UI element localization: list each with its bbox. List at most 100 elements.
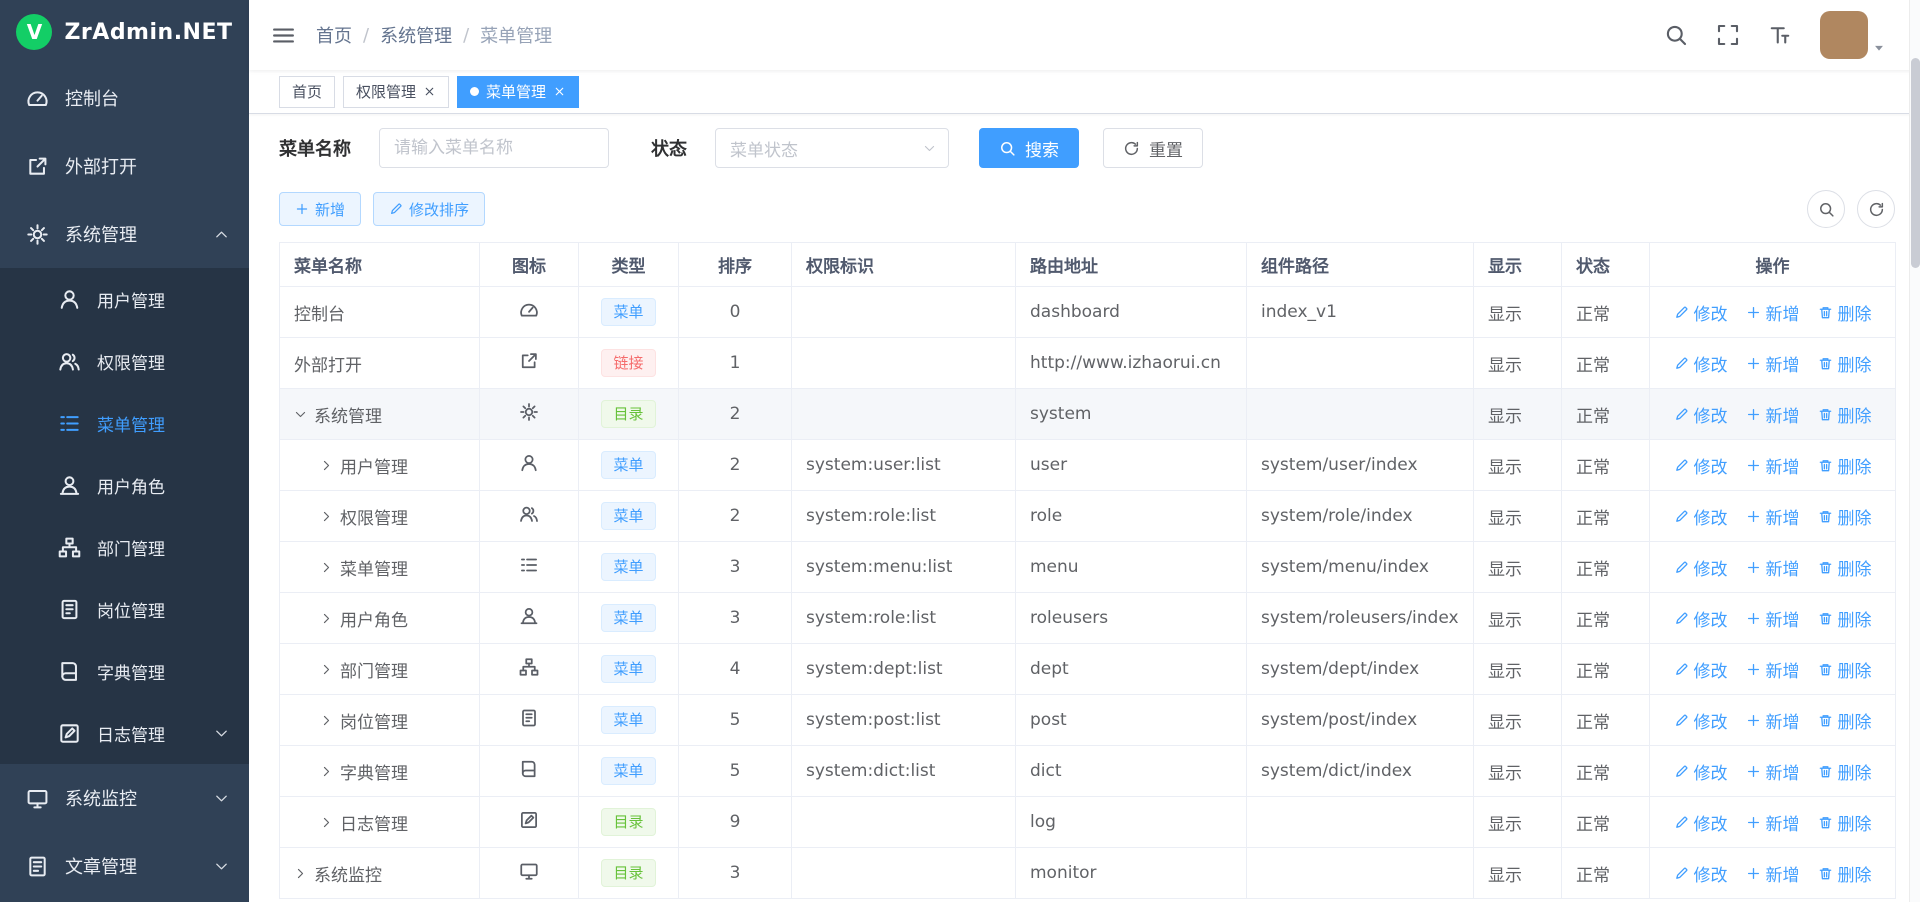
cell-route: user (1016, 440, 1247, 491)
edit-icon (1674, 866, 1689, 881)
sidebar-item-monitor[interactable]: 系统监控 (0, 764, 249, 832)
sidebar-item-dashboard[interactable]: 控制台 (0, 64, 249, 132)
cell-type: 菜单 (579, 644, 679, 695)
tab-首页[interactable]: 首页 (279, 76, 335, 108)
reset-button[interactable]: 重置 (1103, 128, 1203, 168)
row-delete-link[interactable]: 删除 (1818, 504, 1872, 529)
cell-icon (480, 848, 579, 899)
cell-component (1247, 848, 1474, 899)
row-edit-link[interactable]: 修改 (1674, 657, 1728, 682)
expand-right-icon (294, 867, 307, 880)
table-search-button[interactable] (1807, 190, 1845, 228)
row-edit-link[interactable]: 修改 (1674, 810, 1728, 835)
menu-name-input[interactable] (379, 128, 609, 168)
fullscreen-icon[interactable] (1716, 23, 1740, 47)
sidebar-item-tree[interactable]: 部门管理 (0, 516, 249, 578)
cell-permission: system:role:list (792, 593, 1016, 644)
sidebar-item-log[interactable]: 日志管理 (0, 702, 249, 764)
sidebar-item-user[interactable]: 用户管理 (0, 268, 249, 330)
font-size-icon[interactable] (1768, 23, 1792, 47)
row-add-link[interactable]: 新增 (1746, 300, 1800, 325)
row-delete-link[interactable]: 删除 (1818, 351, 1872, 376)
table-row[interactable]: 用户管理菜单2system:user:listusersystem/user/i… (280, 440, 1896, 491)
row-delete-link[interactable]: 删除 (1818, 606, 1872, 631)
search-button[interactable]: 搜索 (979, 128, 1079, 168)
plus-icon (1746, 458, 1761, 473)
cell-type: 菜单 (579, 593, 679, 644)
row-add-link[interactable]: 新增 (1746, 504, 1800, 529)
sidebar-toggle-icon[interactable] (271, 23, 296, 48)
row-edit-label: 修改 (1694, 657, 1728, 682)
table-row[interactable]: 控制台菜单0dashboardindex_v1显示正常修改新增删除 (280, 287, 1896, 338)
tab-菜单管理[interactable]: 菜单管理 (457, 76, 579, 108)
row-delete-link[interactable]: 删除 (1818, 657, 1872, 682)
row-add-link[interactable]: 新增 (1746, 861, 1800, 886)
row-delete-link[interactable]: 删除 (1818, 300, 1872, 325)
sidebar-item-userrole[interactable]: 用户角色 (0, 454, 249, 516)
breadcrumb-item[interactable]: 首页 (316, 22, 352, 48)
header-search-icon[interactable] (1664, 23, 1688, 47)
table-row[interactable]: 字典管理菜单5system:dict:listdictsystem/dict/i… (280, 746, 1896, 797)
row-add-link[interactable]: 新增 (1746, 555, 1800, 580)
row-add-link[interactable]: 新增 (1746, 810, 1800, 835)
row-edit-link[interactable]: 修改 (1674, 402, 1728, 427)
sidebar-item-badge[interactable]: 岗位管理 (0, 578, 249, 640)
row-delete-link[interactable]: 删除 (1818, 402, 1872, 427)
tab-权限管理[interactable]: 权限管理 (343, 76, 449, 108)
table-row[interactable]: 系统管理目录2system显示正常修改新增删除 (280, 389, 1896, 440)
row-delete-link[interactable]: 删除 (1818, 759, 1872, 784)
row-delete-link[interactable]: 删除 (1818, 810, 1872, 835)
row-edit-link[interactable]: 修改 (1674, 861, 1728, 886)
edit-icon (1674, 611, 1689, 626)
breadcrumb-item[interactable]: 系统管理 (380, 22, 452, 48)
expand-right-icon (320, 816, 333, 829)
cell-order: 2 (679, 440, 792, 491)
row-edit-link[interactable]: 修改 (1674, 708, 1728, 733)
sort-button[interactable]: 修改排序 (373, 192, 485, 226)
table-row[interactable]: 用户角色菜单3system:role:listroleuserssystem/r… (280, 593, 1896, 644)
sidebar-item-label: 日志管理 (97, 721, 165, 746)
page-scrollbar[interactable] (1909, 0, 1920, 902)
row-delete-link[interactable]: 删除 (1818, 453, 1872, 478)
sidebar-item-external[interactable]: 外部打开 (0, 132, 249, 200)
table-row[interactable]: 权限管理菜单2system:role:listrolesystem/role/i… (280, 491, 1896, 542)
status-select[interactable]: 菜单状态 (715, 128, 949, 168)
row-delete-label: 删除 (1838, 402, 1872, 427)
avatar-dropdown[interactable] (1820, 11, 1886, 59)
row-edit-link[interactable]: 修改 (1674, 555, 1728, 580)
table-row[interactable]: 日志管理目录9log显示正常修改新增删除 (280, 797, 1896, 848)
scrollbar-thumb[interactable] (1911, 58, 1920, 268)
user-avatar[interactable] (1820, 11, 1868, 59)
trash-icon (1818, 611, 1833, 626)
sidebar-item-users[interactable]: 权限管理 (0, 330, 249, 392)
table-row[interactable]: 系统监控目录3monitor显示正常修改新增删除 (280, 848, 1896, 899)
app-logo[interactable]: V ZrAdmin.NET (0, 0, 249, 64)
row-edit-link[interactable]: 修改 (1674, 453, 1728, 478)
sidebar-item-article[interactable]: 文章管理 (0, 832, 249, 900)
sidebar-item-menulist[interactable]: 菜单管理 (0, 392, 249, 454)
table-row[interactable]: 菜单管理菜单3system:menu:listmenusystem/menu/i… (280, 542, 1896, 593)
row-edit-link[interactable]: 修改 (1674, 300, 1728, 325)
row-delete-link[interactable]: 删除 (1818, 708, 1872, 733)
row-add-link[interactable]: 新增 (1746, 453, 1800, 478)
row-add-link[interactable]: 新增 (1746, 351, 1800, 376)
row-add-link[interactable]: 新增 (1746, 657, 1800, 682)
row-add-link[interactable]: 新增 (1746, 759, 1800, 784)
row-delete-link[interactable]: 删除 (1818, 861, 1872, 886)
add-button[interactable]: 新增 (279, 192, 361, 226)
row-add-link[interactable]: 新增 (1746, 606, 1800, 631)
table-refresh-button[interactable] (1857, 190, 1895, 228)
row-delete-link[interactable]: 删除 (1818, 555, 1872, 580)
row-add-link[interactable]: 新增 (1746, 402, 1800, 427)
row-add-link[interactable]: 新增 (1746, 708, 1800, 733)
row-edit-link[interactable]: 修改 (1674, 606, 1728, 631)
table-row[interactable]: 部门管理菜单4system:dept:listdeptsystem/dept/i… (280, 644, 1896, 695)
table-row[interactable]: 外部打开链接1http://www.izhaorui.cn显示正常修改新增删除 (280, 338, 1896, 389)
row-edit-link[interactable]: 修改 (1674, 504, 1728, 529)
row-edit-link[interactable]: 修改 (1674, 759, 1728, 784)
sidebar-item-book[interactable]: 字典管理 (0, 640, 249, 702)
row-edit-link[interactable]: 修改 (1674, 351, 1728, 376)
sidebar-item-gear[interactable]: 系统管理 (0, 200, 249, 268)
avatar-caret-icon[interactable] (1872, 41, 1886, 55)
table-row[interactable]: 岗位管理菜单5system:post:listpostsystem/post/i… (280, 695, 1896, 746)
